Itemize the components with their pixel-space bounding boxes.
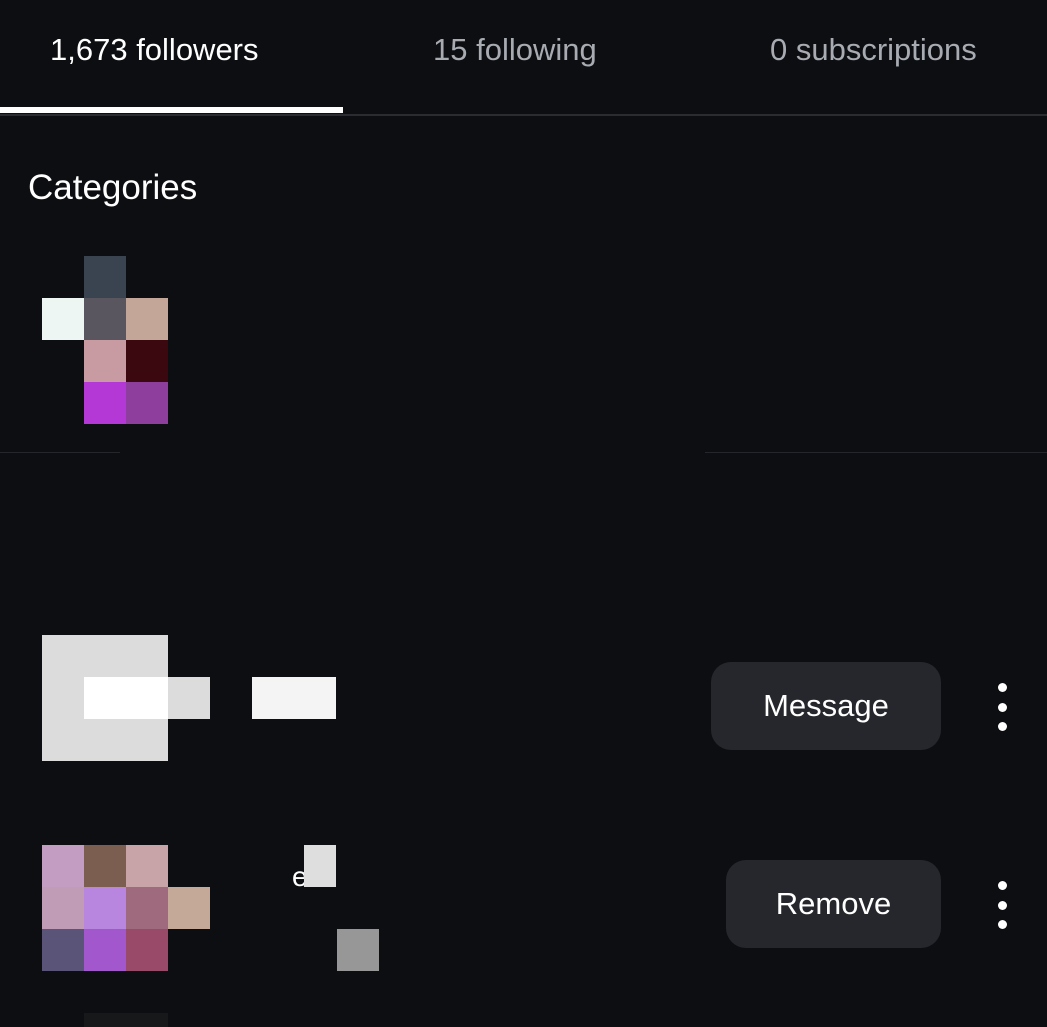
tab-divider xyxy=(0,114,1047,116)
username-redacted[interactable] xyxy=(252,677,336,719)
message-button[interactable]: Message xyxy=(711,662,941,750)
section-divider-left xyxy=(0,452,120,453)
tab-bar: 1,673 followers 15 following 0 subscript… xyxy=(0,0,1047,116)
section-divider-right xyxy=(705,452,1047,453)
remove-button[interactable]: Remove xyxy=(726,860,941,948)
tab-followers[interactable]: 1,673 followers xyxy=(50,30,259,70)
avatar[interactable] xyxy=(84,1013,168,1027)
more-vertical-icon[interactable] xyxy=(990,683,1014,731)
subtitle-redacted xyxy=(337,929,379,971)
categories-heading: Categories xyxy=(28,168,198,207)
tab-subscriptions[interactable]: 0 subscriptions xyxy=(770,30,977,70)
tab-following[interactable]: 15 following xyxy=(433,30,597,70)
active-tab-indicator xyxy=(0,107,343,113)
username-redacted[interactable] xyxy=(304,845,336,887)
more-vertical-icon[interactable] xyxy=(990,881,1014,929)
followers-page: 1,673 followers 15 following 0 subscript… xyxy=(0,0,1047,1027)
